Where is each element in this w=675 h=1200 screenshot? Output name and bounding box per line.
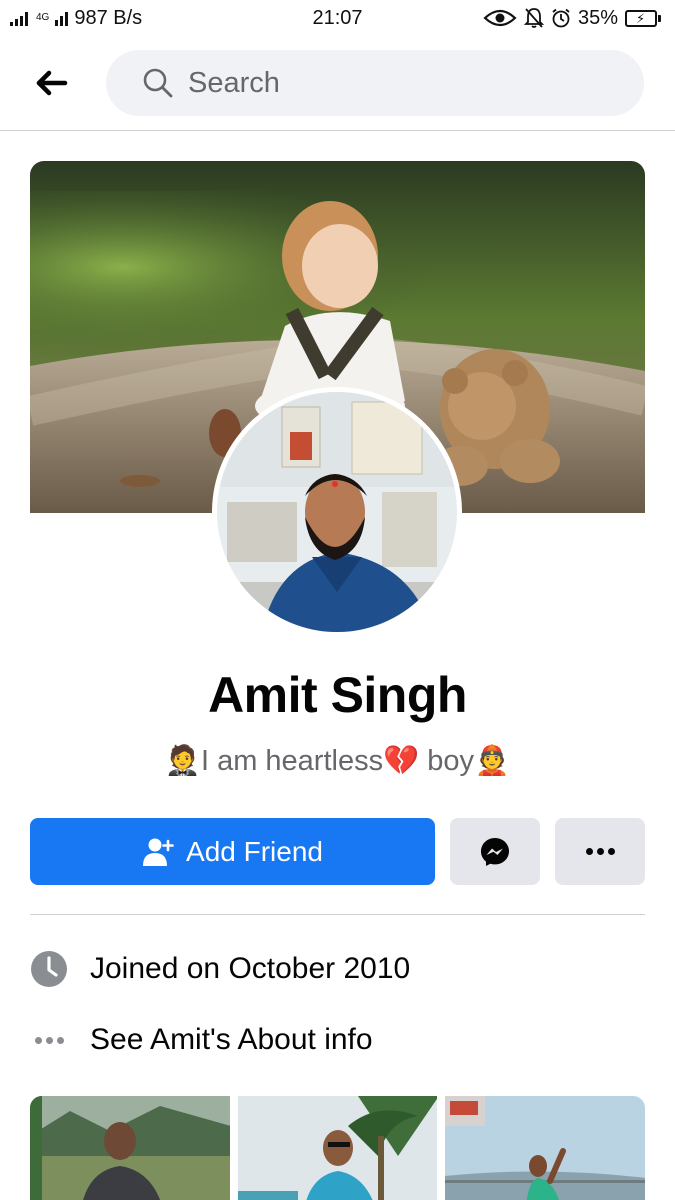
photo-thumbnail[interactable] xyxy=(445,1096,646,1200)
profile-avatar[interactable] xyxy=(212,387,462,637)
search-icon xyxy=(143,68,173,98)
clock-icon xyxy=(31,951,67,987)
search-placeholder: Search xyxy=(188,66,280,99)
network-speed: 987 B/s xyxy=(74,6,143,29)
photo-thumbnail[interactable] xyxy=(237,1096,438,1200)
messenger-icon xyxy=(481,837,509,866)
status-right: 35% ⚡ xyxy=(483,7,661,30)
battery-icon: ⚡ xyxy=(625,9,661,27)
add-friend-label: Add Friend xyxy=(186,835,323,867)
message-button[interactable] xyxy=(450,818,540,885)
more-icon xyxy=(585,848,615,855)
status-left: 4G 987 B/s xyxy=(10,7,142,30)
search-input[interactable]: Search xyxy=(106,50,644,116)
profile-bio: 🤵I am heartless💔 boy👲 xyxy=(164,745,511,777)
photo-thumbnail-image xyxy=(445,1096,646,1200)
alarm-icon xyxy=(552,8,570,28)
profile-name: Amit Singh xyxy=(208,667,467,723)
more-dots-icon xyxy=(34,1036,64,1044)
add-person-icon xyxy=(143,838,174,866)
more-button[interactable] xyxy=(555,818,645,885)
about-text: See Amit's About info xyxy=(90,1023,373,1056)
top-header: Search xyxy=(0,48,675,118)
status-bar: 4G 987 B/s 21:07 35% ⚡ xyxy=(0,0,675,36)
photos-grid xyxy=(30,1096,646,1200)
joined-info: Joined on October 2010 xyxy=(30,944,645,994)
photo-thumbnail[interactable] xyxy=(30,1096,230,1200)
arrow-left-icon xyxy=(36,70,68,96)
signal-icon-2 xyxy=(55,10,69,26)
add-friend-button[interactable]: Add Friend xyxy=(30,818,435,885)
network-type: 4G xyxy=(36,12,50,23)
header-divider xyxy=(0,130,675,131)
photo-thumbnail-image xyxy=(237,1096,438,1200)
profile-avatar-image xyxy=(217,392,457,632)
eye-icon xyxy=(483,9,517,27)
back-button[interactable] xyxy=(22,53,82,113)
battery-percent: 35% xyxy=(577,6,618,29)
section-divider xyxy=(30,914,645,915)
about-info-link[interactable]: See Amit's About info xyxy=(30,1015,645,1065)
bell-off-icon xyxy=(523,8,544,28)
photo-thumbnail-image xyxy=(30,1096,230,1200)
signal-icon xyxy=(10,10,28,26)
joined-text: Joined on October 2010 xyxy=(90,952,411,985)
